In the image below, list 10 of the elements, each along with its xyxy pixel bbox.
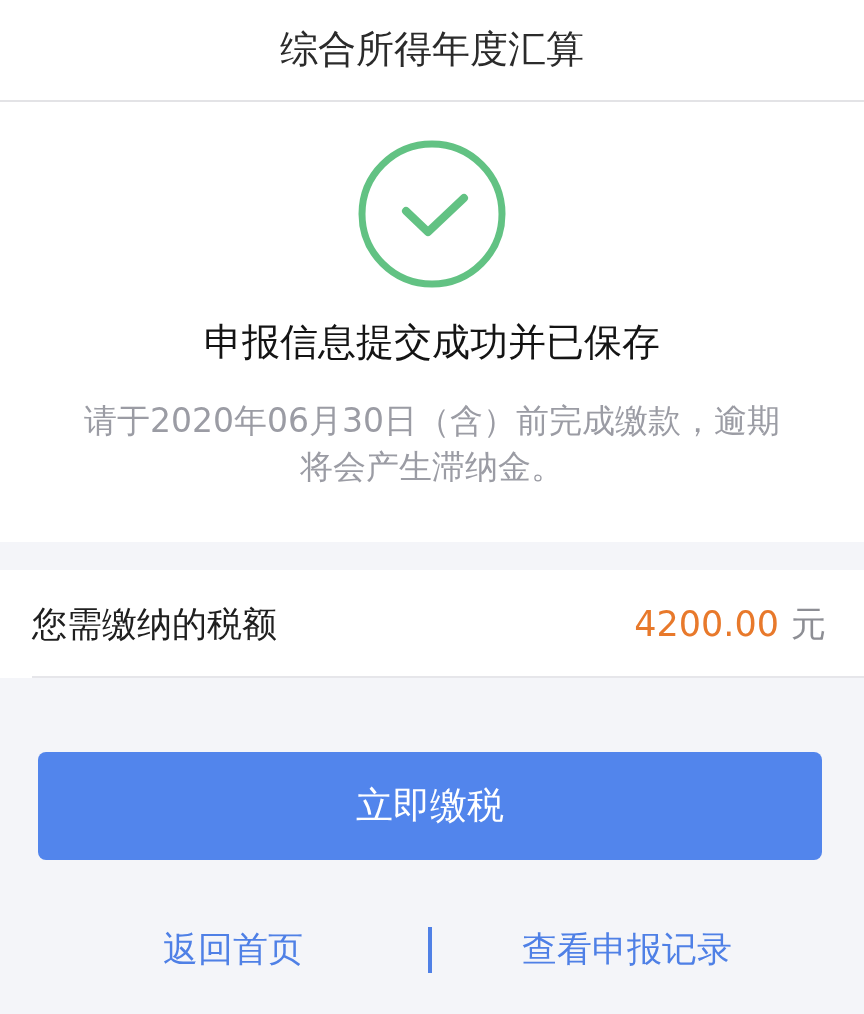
- nav-link[interactable]: 返回首页: [163, 926, 303, 973]
- checkmark-circle-icon: [358, 140, 506, 288]
- tax-amount: 4200.00: [634, 603, 779, 644]
- pay-tax-button[interactable]: 立即缴税: [38, 752, 822, 860]
- tax-label: 您需缴纳的税额: [32, 602, 277, 646]
- page-title: 综合所得年度汇算: [280, 27, 584, 73]
- currency-unit: 元: [791, 602, 826, 646]
- payment-notice: 请于2020年06月30日（含）前完成缴款，逾期将会产生滞纳金。: [83, 400, 781, 488]
- result-heading: 申报信息提交成功并已保存: [204, 319, 660, 366]
- nav-link[interactable]: 查看申报记录: [522, 926, 732, 973]
